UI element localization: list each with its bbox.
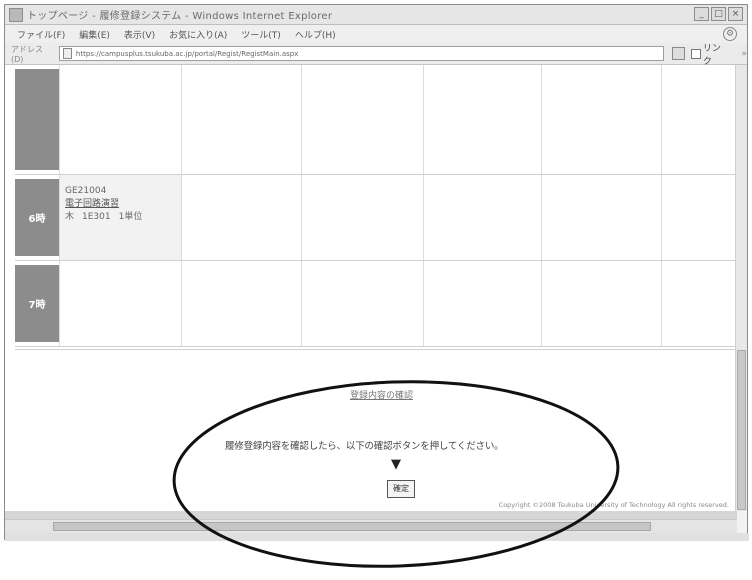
course-room: 1E301 [82,212,111,222]
timetable-grid: 6時 GE21004 電子回路演習 木 1E301 1単位 7時 [15,65,737,347]
timetable-row: 7時 [15,261,737,347]
course-day: 木 [65,212,75,222]
vertical-scrollbar[interactable] [735,65,747,511]
address-input[interactable]: https://campusplus.tsukuba.ac.jp/portal/… [58,46,665,61]
arrow-down-icon: ▼ [391,457,401,472]
address-label: アドレス(D) [11,44,43,64]
course-name-link[interactable]: 電子回路演習 [65,198,142,211]
minimize-button[interactable]: _ [694,7,709,21]
menu-help[interactable]: ヘルプ(H) [295,28,336,41]
timetable-cell[interactable] [661,65,737,174]
timetable-cell[interactable] [423,65,541,174]
ie-icon [9,7,23,22]
copyright-text: Copyright ©2008 Tsukuba University of Te… [498,501,729,509]
course-code: GE21004 [65,186,107,196]
timetable-cell[interactable] [181,175,301,260]
menu-view[interactable]: 表示(V) [124,28,155,41]
menu-file[interactable]: ファイル(F) [17,28,65,41]
menu-bar: ファイル(F) 編集(E) 表示(V) お気に入り(A) ツール(T) ヘルプ(… [5,25,747,43]
menu-favorites[interactable]: お気に入り(A) [169,28,227,41]
menu-edit[interactable]: 編集(E) [79,28,110,41]
course-meta: 木 1E301 1単位 [65,211,142,224]
window-controls: _ □ × [694,7,743,21]
timetable-cell[interactable] [301,65,423,174]
title-bar: トップページ - 履修登録システム - Windows Internet Exp… [5,5,747,25]
timetable-cell[interactable] [541,65,661,174]
go-button[interactable] [672,47,685,60]
timetable-row [15,65,737,175]
timetable-cell[interactable] [59,65,181,174]
footer-bar [5,511,737,519]
menu-tools[interactable]: ツール(T) [241,28,281,41]
timetable-cell[interactable] [541,175,661,260]
address-bar: アドレス(D) https://campusplus.tsukuba.ac.jp… [5,41,747,67]
more-chevron[interactable]: » [741,49,747,59]
status-bar [5,533,749,541]
close-button[interactable]: × [728,7,743,21]
timetable-cell[interactable] [301,175,423,260]
timetable-cell[interactable] [423,261,541,346]
page-content: 6時 GE21004 電子回路演習 木 1E301 1単位 7時 登録内容の確認… [5,65,737,511]
timetable-cell-course[interactable]: GE21004 電子回路演習 木 1E301 1単位 [59,175,181,260]
confirm-button[interactable]: 確定 [387,480,415,498]
address-url: https://campusplus.tsukuba.ac.jp/portal/… [75,49,299,58]
timetable-cell[interactable] [661,261,737,346]
timetable-cell[interactable] [541,261,661,346]
browser-window: トップページ - 履修登録システム - Windows Internet Exp… [4,4,749,541]
timetable-cell[interactable] [661,175,737,260]
maximize-button[interactable]: □ [711,7,726,21]
confirm-contents-link[interactable]: 登録内容の確認 [350,388,413,401]
course-entry: GE21004 電子回路演習 木 1E301 1単位 [65,185,142,224]
course-credits: 1単位 [118,212,143,222]
page-icon [62,48,72,59]
timetable-cell[interactable] [181,261,301,346]
vertical-scroll-thumb[interactable] [737,350,746,510]
horizontal-scrollbar[interactable] [5,519,737,533]
window-title: トップページ - 履修登録システム - Windows Internet Exp… [27,11,333,22]
links-label: リンク [702,43,721,67]
timetable-cell[interactable] [181,65,301,174]
timetable-cell[interactable] [59,261,181,346]
horizontal-scroll-thumb[interactable] [53,522,651,531]
link-icon [690,48,701,59]
confirm-section: 登録内容の確認 履修登録内容を確認したら、以下の確認ボタンを押してください。 ▼… [15,349,737,511]
timetable-row: 6時 GE21004 電子回路演習 木 1E301 1単位 [15,175,737,261]
timetable-cell[interactable] [301,261,423,346]
confirm-instruction: 履修登録内容を確認したら、以下の確認ボタンを押してください。 [225,441,504,452]
period-label [15,69,59,170]
period-label: 7時 [15,265,59,342]
timetable-cell[interactable] [423,175,541,260]
links-button[interactable]: リンク [690,41,730,67]
windows-logo-icon: ⚙ [723,27,737,41]
period-label: 6時 [15,179,59,256]
